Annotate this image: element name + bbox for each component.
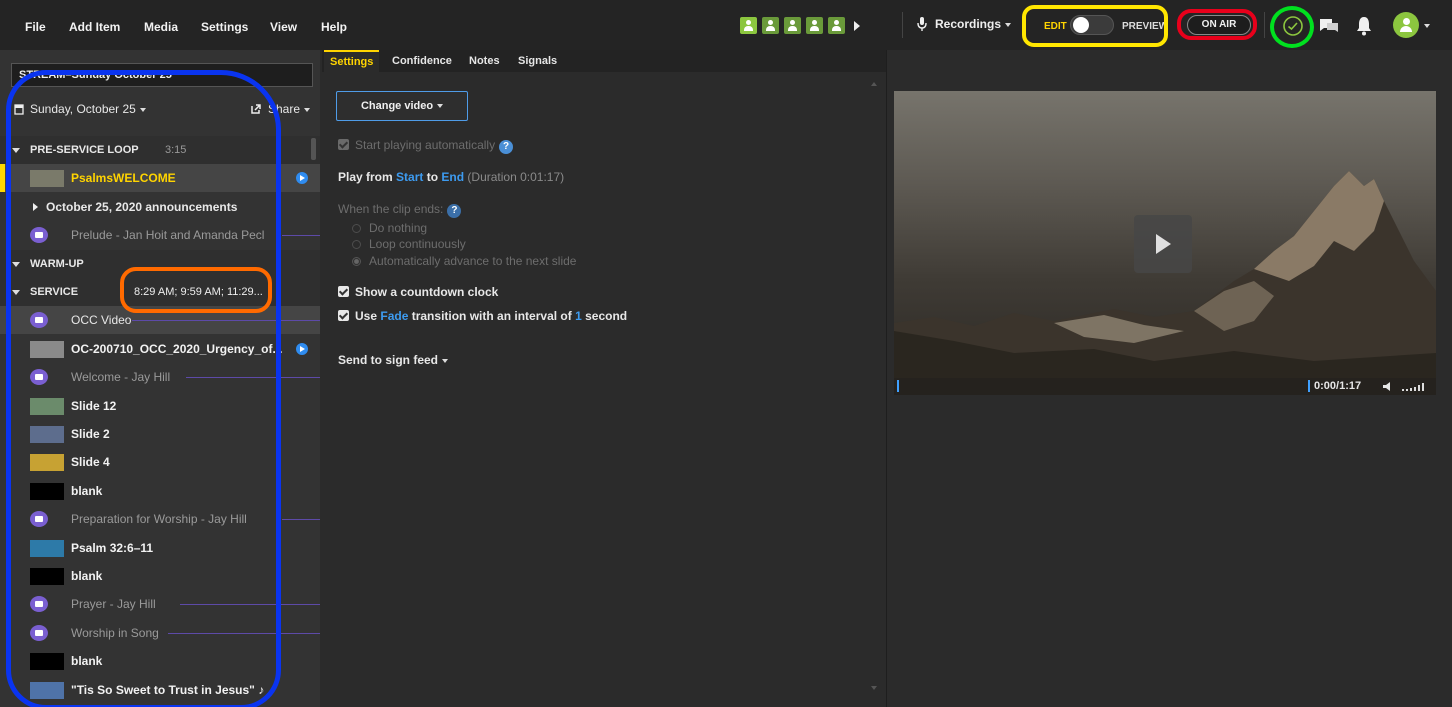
menu-media[interactable]: Media [144,20,178,34]
tab-settings[interactable]: Settings [324,50,380,72]
do-nothing-label: Do nothing [369,221,428,235]
video-player[interactable] [894,91,1436,395]
start-automatically-option: Start playing automatically? [338,138,514,154]
volume-icon[interactable] [1382,381,1394,392]
interval-value[interactable]: 1 [575,309,582,323]
caret-down-icon [1005,22,1012,27]
divider [902,12,903,38]
duration-label: (Duration 0:01:17) [467,170,565,184]
on-air-highlight [1177,9,1257,40]
change-video-label: Change video [360,100,434,112]
bell-icon[interactable] [1355,16,1373,36]
send-to-sign-feed[interactable]: Send to sign feed [338,353,449,367]
end-link[interactable]: End [441,170,464,184]
start-marker-icon[interactable] [897,380,903,392]
cue-line [282,519,320,521]
clip-ends-text: When the clip ends: [338,202,444,216]
tab-confidence[interactable]: Confidence [386,50,458,72]
countdown-label: Show a countdown clock [355,285,499,299]
menu-help[interactable]: Help [321,20,347,34]
video-time: 0:00/1:17 [1314,380,1362,392]
help-icon[interactable]: ? [499,140,514,154]
option-loop: Loop continuously [352,237,466,251]
countdown-option[interactable]: Show a countdown clock [338,285,498,299]
scrollbar[interactable] [311,138,316,160]
caret-down-icon [304,107,311,112]
preview-panel: 0:00/1:17 [886,50,1452,707]
video-controls: 0:00/1:17 [894,378,1436,395]
tab-bar: Settings Confidence Notes Signals [322,50,886,72]
rundown-highlight [6,70,281,707]
person-icon[interactable] [828,17,845,34]
person-icon[interactable] [784,17,801,34]
checkbox[interactable] [338,310,349,321]
tab-signals[interactable]: Signals [512,50,563,72]
start-link[interactable]: Start [396,170,423,184]
recordings-menu[interactable]: Recordings [917,17,1012,31]
radio-button [352,240,361,249]
expand-arrow-icon[interactable] [854,21,860,31]
scroll-down-icon[interactable] [871,686,877,690]
person-icon[interactable] [806,17,823,34]
status-highlight [1270,6,1314,48]
edit-preview-highlight [1022,5,1168,47]
transition-option[interactable]: Use Fade transition with an interval of … [338,309,627,323]
start-automatically-label: Start playing automatically [355,138,496,152]
to-label: to [426,170,439,184]
play-range: Play from Start to End (Duration 0:01:17… [338,170,564,184]
chat-icon[interactable] [1318,17,1340,35]
option-advance: Automatically advance to the next slide [352,254,576,268]
settings-panel: Change video Start playing automatically… [322,72,886,707]
loop-label: Loop continuously [369,237,466,251]
checkbox [338,139,349,150]
menu-view[interactable]: View [270,20,297,34]
selection-marker [0,164,5,193]
use-label: Use [355,309,378,323]
caret-down-icon [442,358,449,363]
cue-line [282,235,320,237]
caret-down-icon [437,104,444,109]
avatar[interactable] [1393,12,1419,38]
radio-button [352,257,361,266]
play-circle-icon[interactable] [296,172,308,185]
caret-down-icon[interactable] [1424,24,1430,28]
divider [1264,12,1265,38]
scroll-up-icon[interactable] [871,82,877,86]
help-icon[interactable]: ? [447,204,462,218]
tab-notes[interactable]: Notes [463,50,506,72]
menu-add-item[interactable]: Add Item [69,20,120,34]
play-circle-icon[interactable] [296,342,308,355]
transition-label: transition with an interval of [411,309,572,323]
person-icon[interactable] [762,17,779,34]
checkbox[interactable] [338,286,349,297]
clip-ends-label: When the clip ends:? [338,202,462,218]
option-do-nothing: Do nothing [352,221,427,235]
volume-slider[interactable] [1402,382,1428,392]
second-label: second [585,309,628,323]
recordings-label: Recordings [935,17,1002,31]
radio-button [352,224,361,233]
person-icon[interactable] [740,17,757,34]
menu-file[interactable]: File [25,20,46,34]
send-sign-label: Send to sign feed [338,353,439,367]
advance-label: Automatically advance to the next slide [369,254,577,268]
menu-settings[interactable]: Settings [201,20,248,34]
play-from-label: Play from [338,170,393,184]
microphone-icon [917,17,927,31]
play-button[interactable] [1134,215,1192,273]
change-video-button[interactable]: Change video [336,91,468,121]
fade-link[interactable]: Fade [380,309,408,323]
